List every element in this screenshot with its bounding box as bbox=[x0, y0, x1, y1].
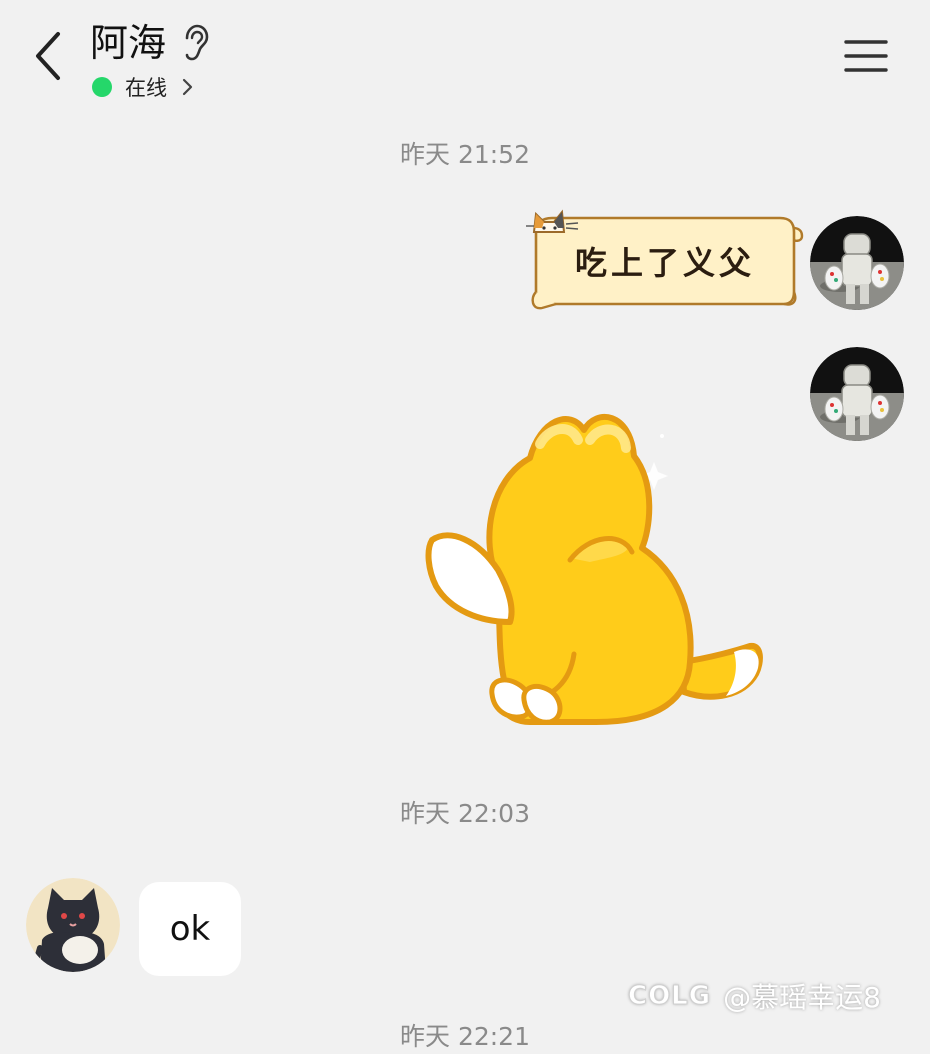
back-arrow-icon[interactable] bbox=[26, 28, 70, 84]
online-dot-icon bbox=[92, 77, 112, 97]
contact-name[interactable]: 阿海 bbox=[90, 18, 166, 68]
message-bubble[interactable]: ok bbox=[139, 882, 241, 976]
cat-sticker[interactable] bbox=[420, 400, 770, 736]
contact-avatar[interactable] bbox=[26, 878, 120, 972]
chat-header: 阿海 在线 bbox=[0, 0, 930, 118]
online-status[interactable]: 在线 bbox=[92, 70, 195, 104]
my-avatar[interactable] bbox=[810, 216, 904, 310]
timestamp: 昨天 22:03 bbox=[400, 799, 530, 828]
timestamp: 昨天 21:52 bbox=[400, 140, 530, 169]
my-avatar[interactable] bbox=[810, 347, 904, 441]
status-label: 在线 bbox=[125, 76, 167, 100]
message-text: ok bbox=[169, 909, 211, 949]
watermark-logo: COLG bbox=[627, 981, 712, 1012]
watermark: COLG @慕瑶幸运8 bbox=[627, 976, 881, 1016]
watermark-text: @慕瑶幸运8 bbox=[723, 981, 881, 1014]
menu-icon[interactable] bbox=[842, 36, 890, 76]
sticker-text: 吃上了义父 bbox=[575, 244, 755, 282]
ear-icon bbox=[185, 24, 209, 61]
chevron-right-icon bbox=[182, 78, 193, 96]
timestamp: 昨天 22:21 bbox=[400, 1022, 530, 1051]
sticker-text-bubble[interactable]: 吃上了义父 bbox=[522, 206, 806, 316]
